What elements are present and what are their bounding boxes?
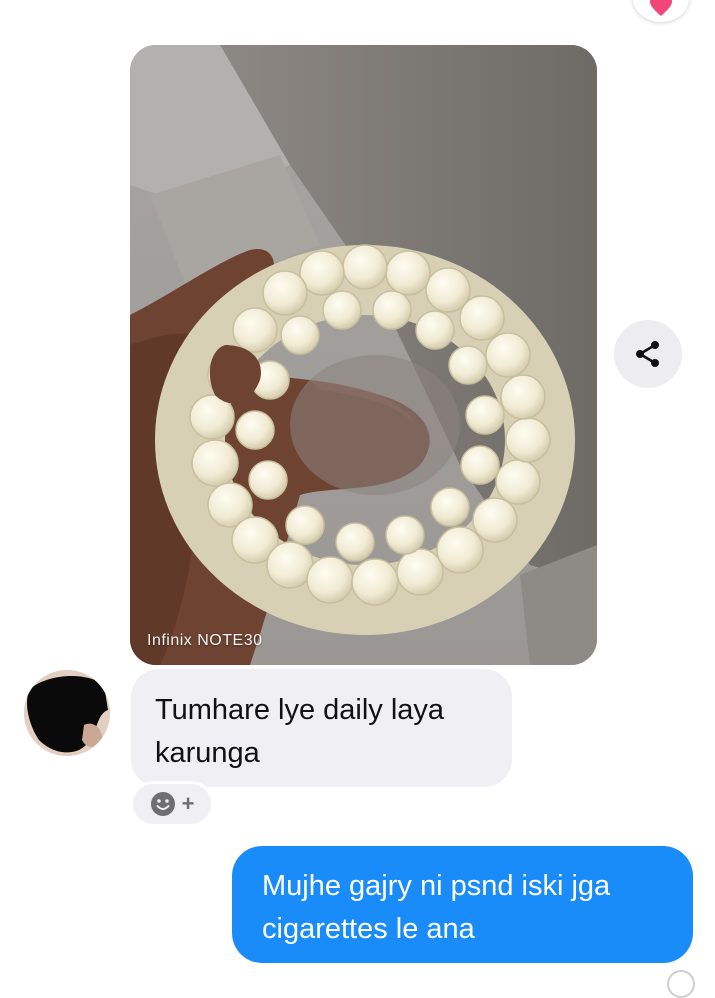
heart-icon <box>650 0 672 16</box>
heart-reaction-badge[interactable] <box>633 0 689 22</box>
share-button[interactable] <box>614 320 682 388</box>
incoming-message-line-1: Tumhare lye daily laya <box>155 694 445 726</box>
share-icon <box>636 341 659 367</box>
incoming-message-bubble[interactable]: Tumhare lye daily laya karunga <box>131 669 512 787</box>
outgoing-message-line-2: cigarettes le ana <box>262 913 475 945</box>
avatar-image <box>24 670 110 756</box>
camera-watermark: Infinix NOTE30 <box>147 632 263 649</box>
outgoing-message-bubble[interactable]: Mujhe gajry ni psnd iski jga cigarettes … <box>232 846 693 963</box>
add-reaction-button[interactable]: + <box>133 784 211 824</box>
jasmine-bracelet-image <box>130 45 597 665</box>
incoming-message-line-2: karunga <box>155 737 260 769</box>
plus-icon: + <box>181 791 195 816</box>
contact-avatar[interactable] <box>24 670 110 756</box>
smiley-icon <box>150 792 175 816</box>
seen-indicator-icon <box>667 970 695 998</box>
message-photo[interactable]: Infinix NOTE30 <box>130 45 597 665</box>
outgoing-message-line-1: Mujhe gajry ni psnd iski jga <box>262 870 611 902</box>
